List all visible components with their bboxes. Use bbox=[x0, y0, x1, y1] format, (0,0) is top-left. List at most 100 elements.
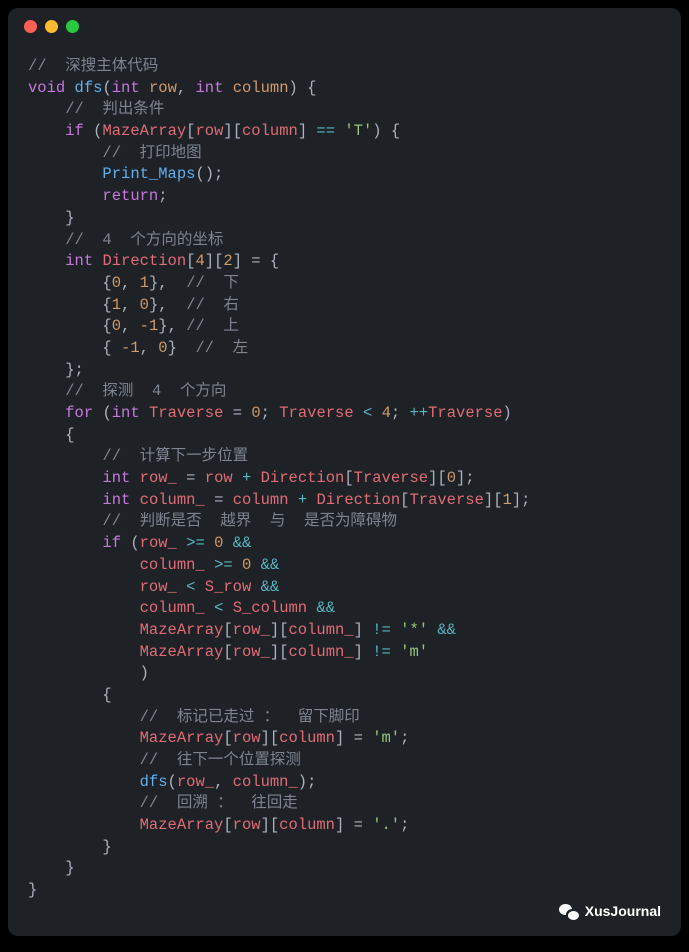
op-and: && bbox=[437, 621, 456, 639]
titlebar bbox=[8, 8, 681, 44]
num: -1 bbox=[121, 339, 140, 357]
num: 0 bbox=[158, 339, 167, 357]
var-column_: column_ bbox=[288, 643, 353, 661]
var-row_: row_ bbox=[177, 773, 214, 791]
op-inc: ++ bbox=[410, 404, 429, 422]
keyword-for: for bbox=[65, 404, 93, 422]
code-content: // 深搜主体代码 void dfs(int row, int column) … bbox=[8, 44, 681, 922]
comment: // 判断是否 越界 与 是否为障碍物 bbox=[102, 512, 397, 530]
type-int: int bbox=[112, 79, 140, 97]
watermark-text: XusJournal bbox=[585, 902, 661, 922]
num: 1 bbox=[140, 274, 149, 292]
comment: // 探测 4 个方向 bbox=[65, 382, 226, 400]
func-dfs: dfs bbox=[140, 773, 168, 791]
close-icon[interactable] bbox=[24, 20, 37, 33]
var-mazearray: MazeArray bbox=[140, 643, 224, 661]
var-row_: row_ bbox=[233, 621, 270, 639]
num: 2 bbox=[223, 252, 232, 270]
param-column: column bbox=[233, 79, 289, 97]
var-row: row bbox=[233, 729, 261, 747]
var-column_: column_ bbox=[140, 556, 205, 574]
type-int: int bbox=[195, 79, 223, 97]
var-mazearray: MazeArray bbox=[140, 621, 224, 639]
op-and: && bbox=[261, 578, 280, 596]
num: -1 bbox=[140, 317, 159, 335]
comment: // 往下一个位置探测 bbox=[140, 751, 301, 769]
var-row: row bbox=[195, 122, 223, 140]
num: 0 bbox=[112, 317, 121, 335]
var-row_: row_ bbox=[140, 578, 177, 596]
op-lt: < bbox=[363, 404, 372, 422]
var-scolumn: S_column bbox=[233, 599, 307, 617]
type-int: int bbox=[102, 469, 130, 487]
op-ne: != bbox=[372, 621, 391, 639]
keyword-if: if bbox=[65, 122, 84, 140]
var-column: column bbox=[279, 816, 335, 834]
op-and: && bbox=[233, 534, 252, 552]
comment: // 深搜主体代码 bbox=[28, 57, 158, 75]
num: 1 bbox=[503, 491, 512, 509]
var-column_: column_ bbox=[233, 773, 298, 791]
op-ge: >= bbox=[186, 534, 205, 552]
var-mazearray: MazeArray bbox=[102, 122, 186, 140]
param-row: row bbox=[149, 79, 177, 97]
comment: // 下 bbox=[186, 274, 239, 292]
comment: // 判出条件 bbox=[65, 100, 164, 118]
var-row: row bbox=[205, 469, 233, 487]
maximize-icon[interactable] bbox=[66, 20, 79, 33]
string-t: 'T' bbox=[344, 122, 372, 140]
op-and: && bbox=[261, 556, 280, 574]
num: 1 bbox=[112, 296, 121, 314]
comment: // 打印地图 bbox=[102, 144, 201, 162]
var-row_: row_ bbox=[233, 643, 270, 661]
var-column: column bbox=[242, 122, 298, 140]
type-int: int bbox=[112, 404, 140, 422]
minimize-icon[interactable] bbox=[45, 20, 58, 33]
keyword-void: void bbox=[28, 79, 65, 97]
var-traverse: Traverse bbox=[409, 491, 483, 509]
comment: // 4 个方向的坐标 bbox=[65, 231, 223, 249]
comment: // 上 bbox=[186, 317, 239, 335]
func-dfs: dfs bbox=[75, 79, 103, 97]
op-lt: < bbox=[186, 578, 195, 596]
comment: // 回溯 ： 往回走 bbox=[140, 794, 298, 812]
comment: // 计算下一步位置 bbox=[102, 447, 248, 465]
op-lt: < bbox=[214, 599, 223, 617]
var-mazearray: MazeArray bbox=[140, 729, 224, 747]
wechat-icon bbox=[559, 902, 579, 922]
var-traverse: Traverse bbox=[279, 404, 353, 422]
keyword-if: if bbox=[102, 534, 121, 552]
type-int: int bbox=[65, 252, 93, 270]
num: 4 bbox=[195, 252, 204, 270]
op-ne: != bbox=[372, 643, 391, 661]
op-ge: >= bbox=[214, 556, 233, 574]
num: 0 bbox=[242, 556, 251, 574]
num: 0 bbox=[447, 469, 456, 487]
var-column: column bbox=[233, 491, 289, 509]
num: 0 bbox=[140, 296, 149, 314]
string-dot: '.' bbox=[372, 816, 400, 834]
string-m: 'm' bbox=[400, 643, 428, 661]
var-column_: column_ bbox=[288, 621, 353, 639]
op-and: && bbox=[316, 599, 335, 617]
var-direction: Direction bbox=[316, 491, 400, 509]
var-row_: row_ bbox=[140, 469, 177, 487]
string-m: 'm' bbox=[372, 729, 400, 747]
comment: // 标记已走过 ： 留下脚印 bbox=[140, 708, 360, 726]
code-window: // 深搜主体代码 void dfs(int row, int column) … bbox=[8, 8, 681, 936]
op-plus: + bbox=[298, 491, 307, 509]
op-plus: + bbox=[242, 469, 251, 487]
var-traverse: Traverse bbox=[149, 404, 223, 422]
var-traverse: Traverse bbox=[354, 469, 428, 487]
var-srow: S_row bbox=[205, 578, 252, 596]
string-star: '*' bbox=[400, 621, 428, 639]
num: 4 bbox=[382, 404, 391, 422]
var-column: column bbox=[279, 729, 335, 747]
type-int: int bbox=[102, 491, 130, 509]
num: 0 bbox=[112, 274, 121, 292]
num: 0 bbox=[214, 534, 223, 552]
var-column_: column_ bbox=[140, 491, 205, 509]
var-row_: row_ bbox=[140, 534, 177, 552]
var-mazearray: MazeArray bbox=[140, 816, 224, 834]
func-printmaps: Print_Maps bbox=[102, 165, 195, 183]
